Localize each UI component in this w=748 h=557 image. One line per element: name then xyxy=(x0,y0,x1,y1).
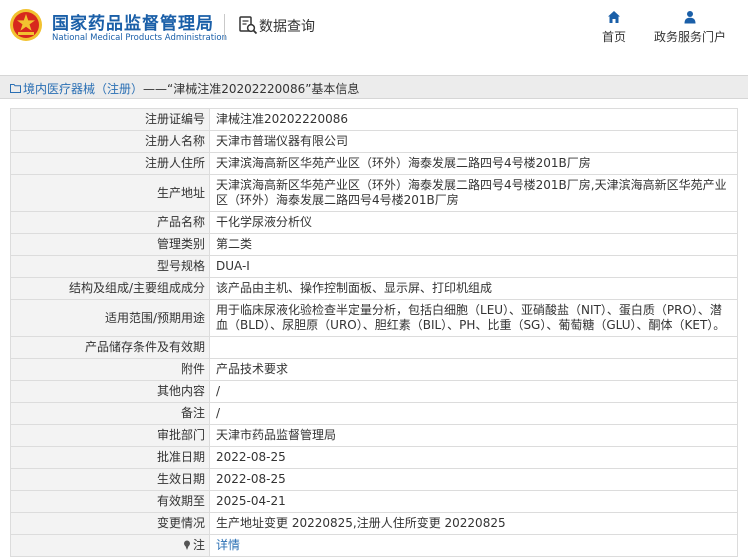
field-value: 第二类 xyxy=(209,233,738,256)
field-label: 审批部门 xyxy=(10,424,210,447)
field-label: 型号规格 xyxy=(10,255,210,278)
field-value: DUA-I xyxy=(209,255,738,278)
section-title: 数据查询 xyxy=(259,19,315,35)
field-label: 批准日期 xyxy=(10,446,210,469)
field-value: 用于临床尿液化验检查半定量分析，包括白细胞（LEU）、亚硝酸盐（NIT）、蛋白质… xyxy=(209,299,738,337)
table-row: 审批部门 天津市药品监督管理局 xyxy=(10,424,738,447)
nav-portal-label: 政务服务门户 xyxy=(653,30,726,44)
note-label: 注 xyxy=(192,538,205,552)
pin-icon xyxy=(183,540,190,550)
field-value: 2025-04-21 xyxy=(209,490,738,513)
field-label: 其他内容 xyxy=(10,380,210,403)
field-value: 天津滨海高新区华苑产业区（环外）海泰发展二路四号4号楼201B厂房 xyxy=(209,152,738,175)
field-value: 天津市药品监督管理局 xyxy=(209,424,738,447)
table-row: 适用范围/预期用途 用于临床尿液化验检查半定量分析，包括白细胞（LEU）、亚硝酸… xyxy=(10,299,738,337)
table-row: 附件 产品技术要求 xyxy=(10,358,738,381)
table-row: 批准日期 2022-08-25 xyxy=(10,446,738,469)
field-value: 2022-08-25 xyxy=(209,446,738,469)
brand-name-cn: 国家药品监督管理局 xyxy=(52,14,214,34)
field-label: 变更情况 xyxy=(10,512,210,535)
breadcrumb-category-link[interactable]: 境内医疗器械（注册） xyxy=(23,82,143,96)
field-value: 生产地址变更 20220825,注册人住所变更 20220825 xyxy=(209,512,738,535)
field-label: 备注 xyxy=(10,402,210,425)
home-icon xyxy=(608,11,620,23)
brand-name-en: National Medical Products Administration xyxy=(52,33,227,43)
field-value: 产品技术要求 xyxy=(209,358,738,381)
field-label: 注册人住所 xyxy=(10,152,210,175)
breadcrumb-current: ——“津械注准20202220086”基本信息 xyxy=(143,82,360,96)
emblem-logo-icon xyxy=(10,9,42,41)
table-row: 有效期至 2025-04-21 xyxy=(10,490,738,513)
table-row: 生产地址 天津滨海高新区华苑产业区（环外）海泰发展二路四号4号楼201B厂房,天… xyxy=(10,174,738,212)
field-label: 适用范围/预期用途 xyxy=(10,299,210,337)
note-label-cell: 注 xyxy=(10,534,210,557)
field-value xyxy=(209,336,738,359)
folder-icon xyxy=(10,84,21,93)
field-label: 生产地址 xyxy=(10,174,210,212)
field-label: 生效日期 xyxy=(10,468,210,491)
field-value: 天津滨海高新区华苑产业区（环外）海泰发展二路四号4号楼201B厂房,天津滨海高新… xyxy=(209,174,738,212)
table-row: 产品储存条件及有效期 xyxy=(10,336,738,359)
field-value: 2022-08-25 xyxy=(209,468,738,491)
field-value: 天津市普瑞仪器有限公司 xyxy=(209,130,738,153)
field-label: 有效期至 xyxy=(10,490,210,513)
table-row: 注册人名称 天津市普瑞仪器有限公司 xyxy=(10,130,738,153)
field-value: / xyxy=(209,402,738,425)
details-link[interactable]: 详情 xyxy=(216,538,240,552)
header-divider xyxy=(224,14,225,40)
nav-home-label: 首页 xyxy=(601,30,626,44)
field-label: 注册证编号 xyxy=(10,108,210,131)
table-row: 管理类别 第二类 xyxy=(10,233,738,256)
table-row: 其他内容 / xyxy=(10,380,738,403)
field-label: 结构及组成/主要组成成分 xyxy=(10,277,210,300)
nav-home-link[interactable]: 首页 xyxy=(598,10,630,45)
table-row: 注册人住所 天津滨海高新区华苑产业区（环外）海泰发展二路四号4号楼201B厂房 xyxy=(10,152,738,175)
nav-service-portal-link[interactable]: 政务服务门户 xyxy=(650,10,730,45)
table-row: 结构及组成/主要组成成分 该产品由主机、操作控制面板、显示屏、打印机组成 xyxy=(10,277,738,300)
field-label: 附件 xyxy=(10,358,210,381)
data-search-icon xyxy=(239,16,258,35)
field-label: 注册人名称 xyxy=(10,130,210,153)
table-row: 型号规格 DUA-I xyxy=(10,255,738,278)
table-row: 产品名称 干化学尿液分析仪 xyxy=(10,211,738,234)
table-row: 注册证编号 津械注准20202220086 xyxy=(10,108,738,131)
table-row: 备注 / xyxy=(10,402,738,425)
user-icon xyxy=(684,11,696,24)
table-row: 生效日期 2022-08-25 xyxy=(10,468,738,491)
field-value: 干化学尿液分析仪 xyxy=(209,211,738,234)
breadcrumb: 境内医疗器械（注册）——“津械注准20202220086”基本信息 xyxy=(0,75,748,99)
field-label: 管理类别 xyxy=(10,233,210,256)
table-row-note: 注 详情 xyxy=(10,534,738,557)
breadcrumb-text: 境内医疗器械（注册）——“津械注准20202220086”基本信息 xyxy=(23,80,359,97)
field-value: 津械注准20202220086 xyxy=(209,108,738,131)
field-value: / xyxy=(209,380,738,403)
field-value: 该产品由主机、操作控制面板、显示屏、打印机组成 xyxy=(209,277,738,300)
field-label: 产品名称 xyxy=(10,211,210,234)
note-value-cell: 详情 xyxy=(209,534,738,557)
field-label: 产品储存条件及有效期 xyxy=(10,336,210,359)
site-header: 国家药品监督管理局 National Medical Products Admi… xyxy=(0,0,748,63)
table-row: 变更情况 生产地址变更 20220825,注册人住所变更 20220825 xyxy=(10,512,738,535)
detail-table: 注册证编号 津械注准20202220086 注册人名称 天津市普瑞仪器有限公司 … xyxy=(10,108,738,557)
